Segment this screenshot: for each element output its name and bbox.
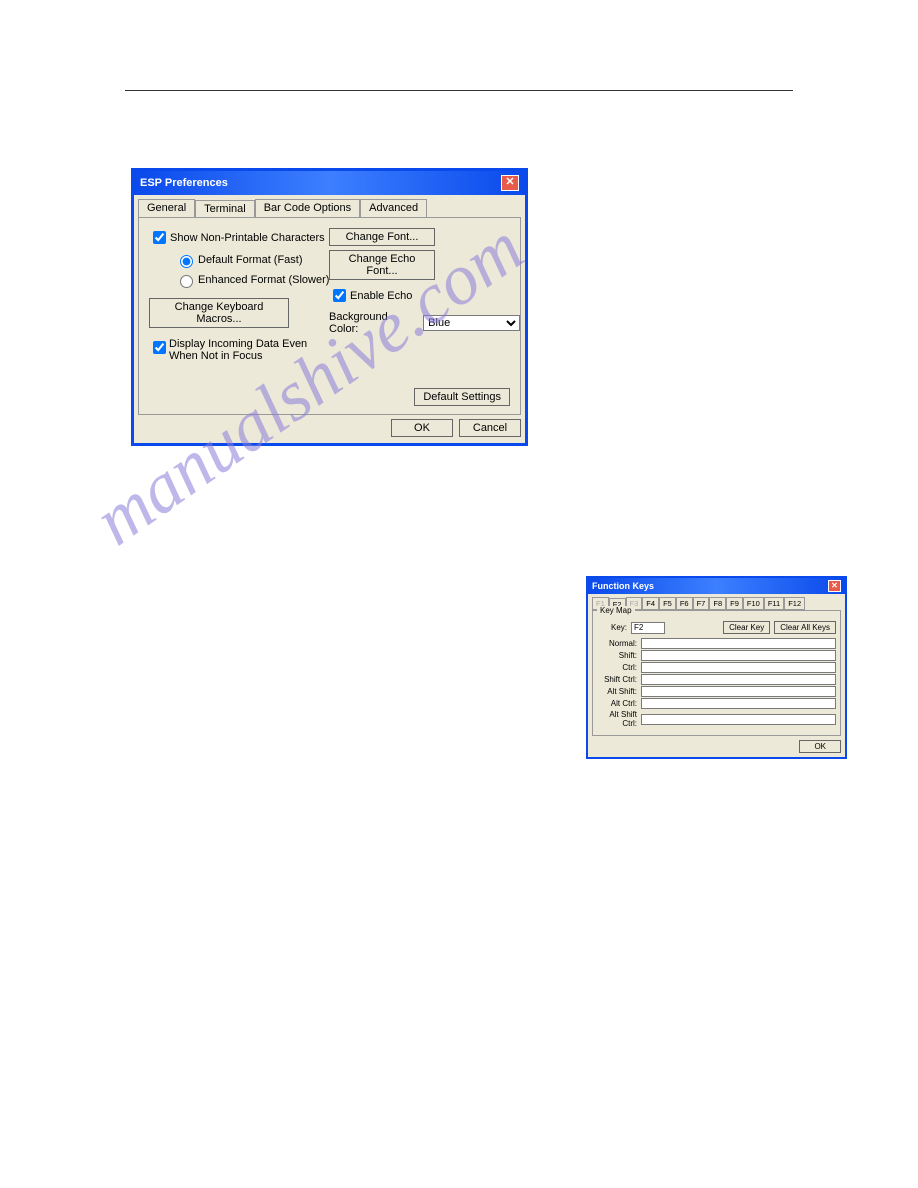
dialog2-title: Function Keys (592, 581, 654, 591)
tab-advanced[interactable]: Advanced (360, 199, 427, 217)
ok-button[interactable]: OK (799, 740, 841, 753)
key-input[interactable] (631, 622, 665, 634)
dialog2-titlebar: Function Keys ✕ (588, 578, 845, 594)
row-ctrl-input[interactable] (641, 662, 836, 673)
row-altctrl-label: Alt Ctrl: (597, 699, 637, 708)
row-altctrl-input[interactable] (641, 698, 836, 709)
display-incoming-label: Display Incoming Data Even When Not in F… (169, 338, 307, 362)
row-altshift-label: Alt Shift: (597, 687, 637, 696)
background-color-select[interactable]: Blue (423, 315, 520, 331)
row-altshiftctrl-input[interactable] (641, 714, 836, 725)
tab-f4[interactable]: F4 (642, 597, 659, 610)
close-icon[interactable]: ✕ (828, 580, 841, 592)
row-shift-label: Shift: (597, 651, 637, 660)
keymap-group: Key Map Key: Clear Key Clear All Keys No… (592, 610, 841, 736)
tab-f11[interactable]: F11 (764, 597, 784, 610)
default-format-label: Default Format (Fast) (198, 254, 303, 266)
tab-f7[interactable]: F7 (693, 597, 710, 610)
background-color-label: Background Color: (329, 311, 417, 335)
change-echo-font-button[interactable]: Change Echo Font... (329, 250, 435, 280)
tab-strip: General Terminal Bar Code Options Advanc… (138, 199, 521, 217)
enable-echo-label: Enable Echo (350, 290, 412, 302)
show-nonprintable-label: Show Non-Printable Characters (170, 232, 325, 244)
change-font-button[interactable]: Change Font... (329, 228, 435, 246)
row-altshift-input[interactable] (641, 686, 836, 697)
change-keyboard-macros-button[interactable]: Change Keyboard Macros... (149, 298, 289, 328)
tab-general[interactable]: General (138, 199, 195, 217)
function-keys-dialog: Function Keys ✕ F1 F2 F3 F4 F5 F6 F7 F8 … (586, 576, 847, 759)
terminal-panel: Show Non-Printable Characters Default Fo… (138, 217, 521, 415)
clear-key-button[interactable]: Clear Key (723, 621, 770, 634)
tab-f8[interactable]: F8 (709, 597, 726, 610)
cancel-button[interactable]: Cancel (459, 419, 521, 437)
row-altshiftctrl-label: Alt Shift Ctrl: (597, 710, 637, 728)
esp-preferences-dialog: ESP Preferences ✕ General Terminal Bar C… (131, 168, 528, 446)
dialog-titlebar: ESP Preferences ✕ (134, 171, 525, 195)
tab-f5[interactable]: F5 (659, 597, 676, 610)
row-ctrl-label: Ctrl: (597, 663, 637, 672)
tab-terminal[interactable]: Terminal (195, 200, 255, 218)
row-normal-label: Normal: (597, 639, 637, 648)
row-shiftctrl-input[interactable] (641, 674, 836, 685)
show-nonprintable-checkbox[interactable] (153, 231, 166, 244)
close-icon[interactable]: ✕ (501, 175, 519, 191)
enhanced-format-label: Enhanced Format (Slower) (198, 274, 329, 286)
tab-f10[interactable]: F10 (743, 597, 764, 610)
dialog-footer: OK Cancel (138, 419, 521, 437)
key-label: Key: (611, 623, 627, 632)
tab-barcode-options[interactable]: Bar Code Options (255, 199, 360, 217)
row-normal-input[interactable] (641, 638, 836, 649)
tab-f9[interactable]: F9 (726, 597, 743, 610)
dialog-title: ESP Preferences (140, 177, 228, 189)
ok-button[interactable]: OK (391, 419, 453, 437)
tab-f12[interactable]: F12 (784, 597, 805, 610)
right-column: Change Font... Change Echo Font... Enabl… (329, 228, 520, 335)
display-incoming-checkbox[interactable] (153, 341, 166, 354)
dialog2-footer: OK (588, 740, 845, 757)
row-shiftctrl-label: Shift Ctrl: (597, 675, 637, 684)
default-settings-button[interactable]: Default Settings (414, 388, 510, 406)
enhanced-format-radio[interactable] (180, 275, 193, 288)
keymap-legend: Key Map (597, 606, 635, 615)
page-header-rule (125, 90, 793, 91)
enable-echo-checkbox[interactable] (333, 289, 346, 302)
tab-f6[interactable]: F6 (676, 597, 693, 610)
default-format-radio[interactable] (180, 255, 193, 268)
row-shift-input[interactable] (641, 650, 836, 661)
clear-all-keys-button[interactable]: Clear All Keys (774, 621, 836, 634)
